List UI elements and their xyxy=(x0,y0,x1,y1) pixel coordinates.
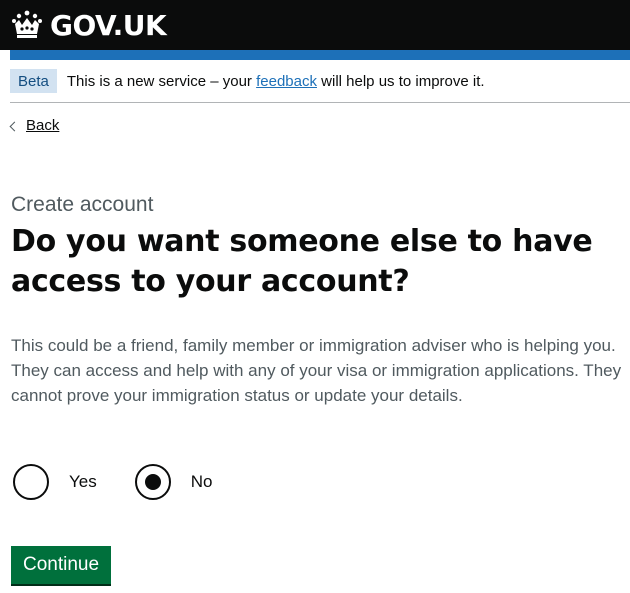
phase-text-before: This is a new service – your xyxy=(66,72,257,90)
phase-text-after: will help us to improve it. xyxy=(317,72,485,90)
radio-option-no[interactable]: No xyxy=(134,464,213,500)
govuk-header: GOV.UK xyxy=(0,0,630,50)
govuk-logo-text: GOV.UK xyxy=(50,8,167,42)
radio-no-label[interactable]: No xyxy=(191,472,213,492)
radio-no[interactable] xyxy=(134,464,171,500)
radio-option-yes[interactable]: Yes xyxy=(13,464,97,500)
continue-button[interactable]: Continue xyxy=(11,546,112,584)
page-caption: Create account xyxy=(11,193,154,216)
radio-yes[interactable] xyxy=(13,464,49,500)
crown-icon xyxy=(12,10,42,38)
header-blue-bar xyxy=(10,50,630,60)
back-link-label: Back xyxy=(26,117,60,134)
page-title: Do you want someone else to have access … xyxy=(11,224,593,299)
govuk-logo-link[interactable]: GOV.UK xyxy=(10,6,167,44)
radio-yes-label[interactable]: Yes xyxy=(69,472,97,492)
question-hint: This could be a friend, family member or… xyxy=(11,336,622,405)
phase-banner: Beta This is a new service – your feedba… xyxy=(10,60,630,103)
chevron-left-icon xyxy=(9,121,20,131)
feedback-link[interactable]: feedback xyxy=(256,73,317,90)
beta-tag: Beta xyxy=(10,69,57,93)
radio-group: Yes No xyxy=(13,464,212,500)
back-link[interactable]: Back xyxy=(9,117,60,134)
phase-banner-text: This is a new service – your feedback wi… xyxy=(67,73,485,90)
